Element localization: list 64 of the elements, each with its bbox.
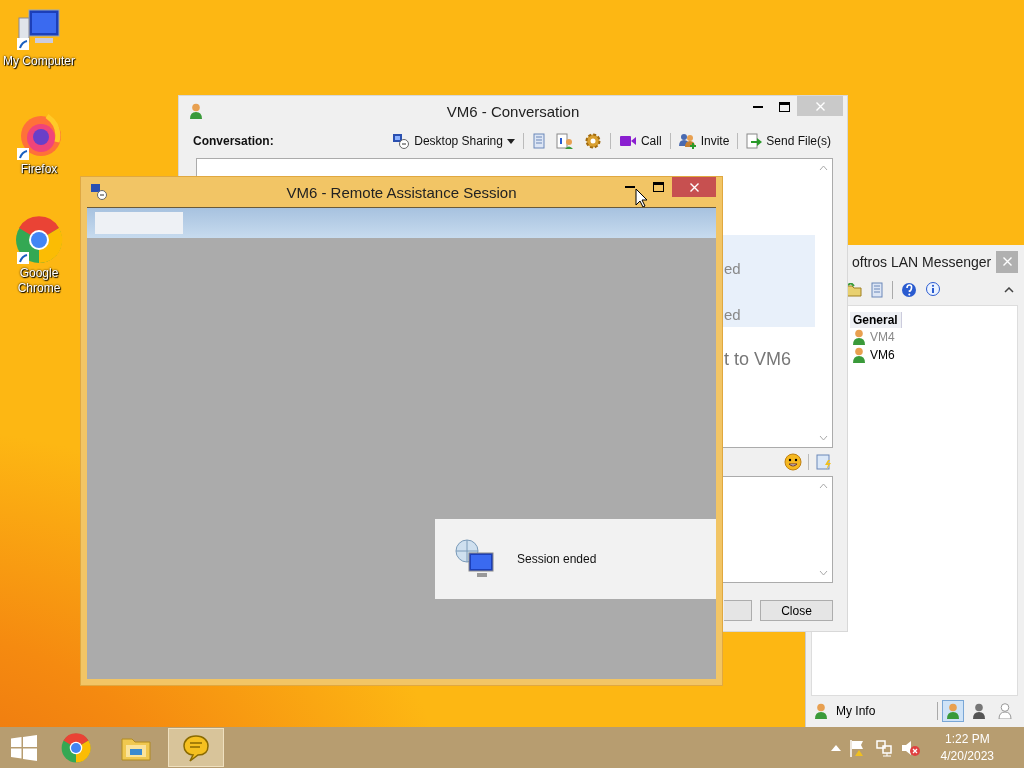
note-icon[interactable] [815, 453, 833, 471]
available-person-icon [946, 703, 960, 719]
message-text: ed [724, 305, 742, 325]
info-icon [925, 282, 941, 298]
minimize-icon [625, 186, 635, 188]
taskbar-app-button[interactable] [168, 728, 224, 767]
close-button[interactable]: Close [760, 600, 833, 621]
my-info-label[interactable]: My Info [836, 704, 876, 718]
contact-icon [852, 347, 866, 363]
call-button[interactable]: Call [616, 134, 664, 148]
offline-person-icon [998, 703, 1012, 719]
status-button[interactable] [942, 700, 964, 722]
folder-icon [846, 283, 862, 297]
scroll-down-icon[interactable] [819, 435, 828, 441]
smiley-icon[interactable] [784, 453, 802, 471]
close-button[interactable] [996, 250, 1018, 273]
invite-button[interactable]: Invite [676, 133, 732, 149]
message-text: ed [724, 259, 742, 279]
person-icon [814, 703, 828, 719]
chrome-icon [15, 216, 63, 266]
conversation-label: Conversation: [193, 134, 274, 148]
collapse-caret-icon[interactable] [1004, 287, 1014, 293]
remote-desktop-icon [91, 184, 107, 200]
info-document-icon [555, 133, 574, 149]
send-file-button[interactable]: Send File(s) [744, 133, 833, 149]
maximize-icon [652, 182, 664, 192]
people-add-icon [678, 133, 697, 149]
dropdown-caret-icon [506, 138, 515, 144]
monitor-icon [392, 133, 411, 149]
contact-name[interactable]: VM6 [870, 348, 895, 362]
group-header[interactable]: General [850, 312, 902, 328]
hidden-button[interactable] [724, 600, 752, 621]
video-camera-icon [618, 134, 637, 148]
caret-up-icon[interactable] [830, 744, 841, 751]
window-title: oftros LAN Messenger [852, 253, 992, 270]
muted-speaker-icon[interactable] [900, 738, 921, 757]
person-icon [189, 103, 203, 119]
desktop-sharing-button[interactable]: Desktop Sharing [390, 133, 517, 149]
windows-logo-icon[interactable] [11, 734, 37, 761]
gear-icon [583, 133, 602, 149]
window-title: VM6 - Remote Assistance Session [286, 183, 517, 201]
scroll-up-icon[interactable] [819, 483, 828, 489]
scroll-up-icon[interactable] [819, 165, 828, 171]
maximize-icon [778, 102, 790, 112]
window-title: VM6 - Conversation [446, 102, 580, 120]
scroll-down-icon[interactable] [819, 570, 828, 576]
close-icon [689, 182, 699, 192]
document-icon [870, 282, 884, 298]
contact-icon [852, 329, 866, 345]
help-icon [901, 282, 917, 298]
network-icon[interactable] [874, 738, 893, 757]
close-icon [1002, 257, 1012, 266]
chrome-icon [61, 732, 91, 763]
mouse-cursor-icon [635, 188, 648, 208]
minimize-icon [753, 106, 763, 108]
message-text: t to VM6 [724, 349, 792, 369]
session-status-text: Session ended [517, 552, 597, 566]
speech-bubble-icon [182, 733, 210, 762]
firefox-icon [15, 112, 63, 162]
file-arrow-icon [746, 133, 763, 149]
document-icon [531, 133, 546, 149]
busy-person-icon [972, 703, 986, 719]
close-icon [815, 101, 825, 111]
contact-name[interactable]: VM4 [870, 330, 895, 344]
